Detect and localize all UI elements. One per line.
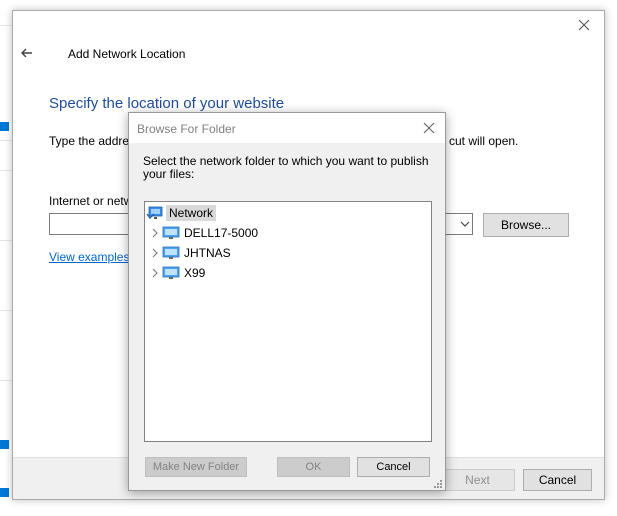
view-examples-link[interactable]: View examples — [49, 250, 129, 264]
close-icon[interactable] — [574, 15, 594, 35]
address-input-label: Internet or netw — [49, 194, 133, 208]
resize-grip-icon[interactable] — [433, 478, 443, 488]
bg-divider — [0, 25, 12, 26]
tree-item-network[interactable]: Network — [146, 204, 217, 222]
tree-item-label: JHTNAS — [184, 246, 231, 260]
dialog-title: Browse For Folder — [137, 122, 236, 136]
tree-item-computer[interactable]: X99 — [148, 264, 205, 282]
computer-icon — [162, 246, 180, 260]
bg-divider — [0, 310, 12, 311]
chevron-right-icon[interactable] — [148, 264, 162, 282]
chevron-right-icon[interactable] — [148, 244, 162, 262]
tree-item-computer[interactable]: DELL17-5000 — [148, 224, 258, 242]
ok-button[interactable]: OK — [277, 457, 350, 477]
bg-divider — [0, 240, 12, 241]
dialog-instructions: Select the network folder to which you w… — [143, 154, 429, 181]
next-button[interactable]: Next — [440, 469, 515, 491]
computer-icon — [162, 266, 180, 280]
back-arrow-icon[interactable] — [17, 43, 37, 63]
bg-selection-marker — [0, 488, 9, 497]
folder-tree[interactable]: Network DELL17-5000 JHTNAS X99 — [144, 201, 432, 442]
close-icon[interactable] — [419, 118, 439, 138]
dialog-titlebar[interactable]: Browse For Folder — [129, 113, 445, 143]
tree-item-label: DELL17-5000 — [184, 226, 259, 240]
cancel-button[interactable]: Cancel — [357, 457, 430, 477]
wizard-description-end: cut will open. — [449, 134, 519, 148]
chevron-right-icon[interactable] — [148, 224, 162, 242]
wizard-title: Add Network Location — [68, 47, 186, 61]
cancel-button[interactable]: Cancel — [523, 469, 592, 491]
browse-button[interactable]: Browse... — [483, 213, 569, 237]
bg-selection-marker — [0, 122, 9, 131]
bg-divider — [0, 380, 12, 381]
background-app-strip — [0, 0, 12, 516]
computer-icon — [162, 226, 180, 240]
chevron-down-icon[interactable] — [457, 213, 473, 235]
bg-divider — [0, 140, 12, 141]
make-new-folder-button[interactable]: Make New Folder — [145, 457, 247, 477]
background-bottom — [0, 500, 617, 516]
tree-item-label: Network — [166, 205, 217, 221]
wizard-heading: Specify the location of your website — [49, 95, 285, 112]
browse-for-folder-dialog: Browse For Folder Select the network fol… — [128, 112, 446, 491]
network-icon — [146, 206, 164, 220]
tree-item-computer[interactable]: JHTNAS — [148, 244, 231, 262]
bg-selection-marker — [0, 440, 9, 449]
bg-divider — [0, 170, 12, 171]
tree-item-label: X99 — [184, 266, 206, 280]
